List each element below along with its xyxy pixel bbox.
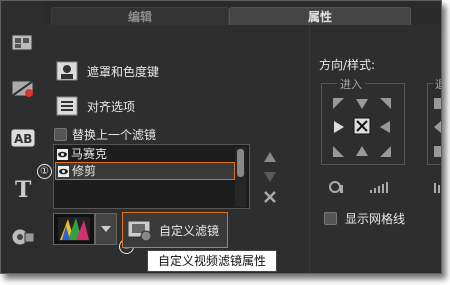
list-item[interactable]: 修剪 <box>55 162 235 180</box>
exit-arrow-icon[interactable] <box>434 143 441 157</box>
left-toolbar: AB T <box>1 1 44 273</box>
media-icon[interactable] <box>9 29 37 55</box>
tab-attributes[interactable]: 属性 <box>229 7 411 26</box>
replace-filter-checkbox[interactable] <box>54 128 67 141</box>
replace-filter-label: 替换上一个滤镜 <box>72 128 157 142</box>
direction-style-title: 方向/样式: <box>319 58 376 72</box>
tab-edit[interactable]: 编辑 <box>51 7 229 26</box>
divider <box>309 25 310 273</box>
arrow-down-right-icon[interactable] <box>378 143 392 157</box>
mask-chroma-label[interactable]: 遮罩和色度键 <box>87 63 159 80</box>
speed-bars-icon[interactable] <box>369 179 391 198</box>
arrow-down-icon[interactable] <box>263 168 277 187</box>
align-options-label[interactable]: 对齐选项 <box>87 98 135 115</box>
custom-filter-label: 自定义滤镜 <box>159 224 220 238</box>
show-grid-checkbox[interactable] <box>324 212 337 225</box>
eye-icon[interactable] <box>57 148 68 160</box>
arrow-up-icon[interactable] <box>355 143 369 157</box>
speed-slow-icon[interactable] <box>327 179 345 198</box>
effects-icon[interactable] <box>9 223 37 249</box>
filter-label: 修剪 <box>72 164 97 178</box>
arrow-down-icon[interactable] <box>355 96 369 110</box>
show-grid-label: 显示网格线 <box>345 212 406 226</box>
exit-arrow-icon[interactable] <box>434 119 441 133</box>
tooltip: 自定义视频滤镜属性 <box>147 250 277 272</box>
filter-preview-thumbnail[interactable] <box>53 213 95 245</box>
arrow-down-left-icon[interactable] <box>332 143 346 157</box>
arrow-right-icon[interactable] <box>332 119 346 133</box>
custom-filter-icon <box>127 218 153 246</box>
custom-filter-button[interactable]: 自定义滤镜 <box>122 212 228 248</box>
arrow-up-left-icon[interactable] <box>332 96 346 110</box>
arrow-left-icon[interactable] <box>378 119 392 133</box>
mask-icon[interactable] <box>56 61 78 85</box>
exit-label: 退 <box>433 76 441 92</box>
delete-icon[interactable] <box>263 189 277 208</box>
filter-dropdown-button[interactable] <box>95 213 117 245</box>
tab-bar: 编辑 属性 <box>43 1 441 26</box>
enter-label: 进入 <box>337 76 365 92</box>
filter-list: 马赛克 修剪 <box>53 144 250 209</box>
filter-label: 马赛克 <box>71 147 108 161</box>
speed-bars-icon[interactable] <box>433 179 441 198</box>
eye-icon[interactable] <box>58 165 69 177</box>
text-icon[interactable]: T <box>9 175 37 203</box>
center-x-icon[interactable] <box>353 117 371 135</box>
align-icon[interactable] <box>56 96 78 120</box>
arrow-up-right-icon[interactable] <box>378 96 392 110</box>
exit-arrow-icon[interactable] <box>434 96 441 110</box>
transition-icon[interactable] <box>9 75 37 101</box>
svg-text:AB: AB <box>14 132 32 146</box>
callout-one: ① <box>37 164 52 179</box>
properties-panel: AB T 编辑 属性 遮罩和色度键 对齐选项 替换上一个滤镜 马赛克 修剪 ① … <box>0 0 442 274</box>
scrollbar-thumb[interactable] <box>237 149 244 177</box>
arrow-up-icon[interactable] <box>263 148 277 167</box>
list-item[interactable]: 马赛克 <box>55 146 233 162</box>
title-icon[interactable]: AB <box>9 125 37 151</box>
svg-text:T: T <box>15 177 32 201</box>
